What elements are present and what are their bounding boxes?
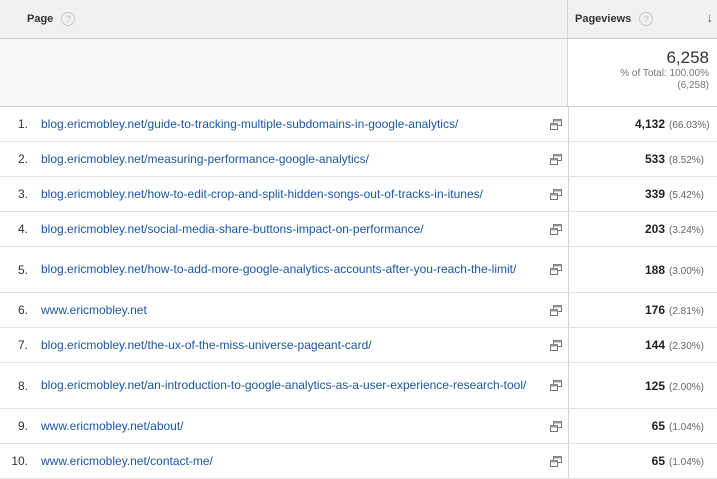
- page-link[interactable]: www.ericmobley.net: [41, 303, 544, 318]
- pageviews-value: 125: [644, 378, 665, 393]
- total-absolute: (6,258): [677, 80, 709, 91]
- pageviews-percent: (2.30%): [669, 341, 705, 352]
- pageviews-value: 176: [644, 303, 665, 317]
- pageviews-cell: 144 (2.30%): [569, 338, 717, 352]
- page-link[interactable]: www.ericmobley.net/contact-me/: [41, 454, 544, 469]
- open-in-new-window-icon[interactable]: [544, 293, 569, 327]
- help-icon[interactable]: ?: [61, 12, 76, 26]
- table-row: 2. blog.ericmobley.net/measuring-performa…: [0, 142, 717, 177]
- row-index: 4.: [17, 222, 28, 236]
- column-header-page[interactable]: Page ?: [0, 0, 568, 38]
- table-row: 7. blog.ericmobley.net/the-ux-of-the-miss…: [0, 328, 717, 363]
- table-row: 10. www.ericmobley.net/contact-me/65 (1.04…: [0, 444, 717, 479]
- open-in-new-window-icon[interactable]: [544, 409, 569, 443]
- page-link[interactable]: blog.ericmobley.net/the-ux-of-the-miss-u…: [41, 338, 544, 353]
- open-in-new-window-icon[interactable]: [544, 363, 569, 408]
- help-icon[interactable]: ?: [639, 12, 654, 26]
- table-header: Page ? Pageviews ? ↓: [0, 0, 717, 39]
- pageviews-cell: 65 (1.04%): [569, 419, 717, 433]
- pageviews-percent: (3.00%): [669, 265, 705, 277]
- row-index: 2.: [17, 152, 28, 166]
- pageviews-percent: (2.00%): [669, 381, 705, 393]
- totals-spacer: [0, 39, 568, 106]
- row-index: 7.: [17, 338, 28, 352]
- row-index: 9.: [17, 419, 28, 433]
- open-in-new-window-icon[interactable]: [544, 247, 569, 292]
- page-link[interactable]: blog.ericmobley.net/measuring-performanc…: [41, 152, 544, 167]
- pageviews-cell: 4,132 (66.03%): [569, 117, 717, 131]
- pageviews-value: 533: [644, 152, 665, 166]
- pageviews-cell: 339 (5.42%): [569, 187, 717, 201]
- table-row: 3. blog.ericmobley.net/how-to-edit-crop-a…: [0, 177, 717, 212]
- pageviews-value: 144: [644, 338, 665, 352]
- open-in-new-window-icon[interactable]: [544, 177, 569, 211]
- page-link[interactable]: blog.ericmobley.net/how-to-add-more-goog…: [41, 262, 544, 277]
- pageviews-cell: 533 (8.52%): [569, 152, 717, 166]
- pageviews-cell: 125 (2.00%): [569, 379, 717, 393]
- pageviews-percent: (1.04%): [669, 457, 705, 468]
- column-header-pageviews-label: Pageviews: [575, 13, 632, 25]
- totals-row: 6,258 % of Total: 100.00% (6,258): [0, 39, 717, 107]
- pageviews-value: 203: [644, 222, 665, 236]
- row-index: 10.: [11, 454, 28, 468]
- row-index: 1.: [17, 117, 28, 131]
- open-in-new-window-icon[interactable]: [544, 107, 569, 141]
- table-row: 5. blog.ericmobley.net/how-to-add-more-go…: [0, 247, 717, 293]
- pageviews-percent: (3.24%): [669, 225, 705, 236]
- page-link[interactable]: blog.ericmobley.net/guide-to-tracking-mu…: [41, 117, 544, 132]
- page-link[interactable]: blog.ericmobley.net/how-to-edit-crop-and…: [41, 187, 544, 202]
- column-header-pageviews[interactable]: Pageviews ? ↓: [568, 0, 717, 38]
- totals-cell: 6,258 % of Total: 100.00% (6,258): [568, 39, 717, 106]
- pageviews-percent: (1.04%): [669, 422, 705, 433]
- pageviews-percent: (5.42%): [669, 190, 705, 201]
- row-index: 3.: [17, 187, 28, 201]
- total-pageviews: 6,258: [666, 48, 709, 67]
- open-in-new-window-icon[interactable]: [544, 444, 569, 478]
- pageviews-cell: 203 (3.24%): [569, 222, 717, 236]
- pageviews-cell: 176 (2.81%): [569, 303, 717, 317]
- table-row: 8. blog.ericmobley.net/an-introduction-to…: [0, 363, 717, 409]
- pageviews-cell: 188 (3.00%): [569, 263, 717, 277]
- pageviews-percent: (2.81%): [669, 306, 705, 317]
- pageviews-percent: (8.52%): [669, 155, 705, 166]
- open-in-new-window-icon[interactable]: [544, 142, 569, 176]
- table-row: 1. blog.ericmobley.net/guide-to-tracking-…: [0, 107, 717, 142]
- sort-descending-icon[interactable]: ↓: [707, 10, 714, 25]
- row-index: 8.: [17, 378, 28, 393]
- column-header-page-label: Page: [27, 13, 54, 25]
- pageviews-percent: (66.03%): [669, 120, 710, 131]
- table-row: 6. www.ericmobley.net 176 (2.81%): [0, 293, 717, 328]
- table-body: 1. blog.ericmobley.net/guide-to-tracking-…: [0, 107, 717, 479]
- pageviews-value: 65: [651, 419, 665, 433]
- open-in-new-window-icon[interactable]: [544, 328, 569, 362]
- pageviews-value: 188: [644, 262, 665, 277]
- report-table: Page ? Pageviews ? ↓ 6,258 % of Total: 1…: [0, 0, 717, 479]
- pageviews-cell: 65 (1.04%): [569, 454, 717, 468]
- total-percent: % of Total: 100.00%: [620, 68, 709, 79]
- open-in-new-window-icon[interactable]: [544, 212, 569, 246]
- page-link[interactable]: blog.ericmobley.net/social-media-share-b…: [41, 222, 544, 237]
- table-row: 4. blog.ericmobley.net/social-media-share…: [0, 212, 717, 247]
- page-link[interactable]: blog.ericmobley.net/an-introduction-to-g…: [41, 378, 544, 393]
- row-index: 5.: [17, 262, 28, 277]
- pageviews-value: 339: [644, 187, 665, 201]
- page-link[interactable]: www.ericmobley.net/about/: [41, 419, 544, 434]
- pageviews-value: 4,132: [634, 117, 665, 131]
- table-row: 9. www.ericmobley.net/about/65 (1.04%): [0, 409, 717, 444]
- pageviews-value: 65: [651, 454, 665, 468]
- row-index: 6.: [17, 303, 28, 317]
